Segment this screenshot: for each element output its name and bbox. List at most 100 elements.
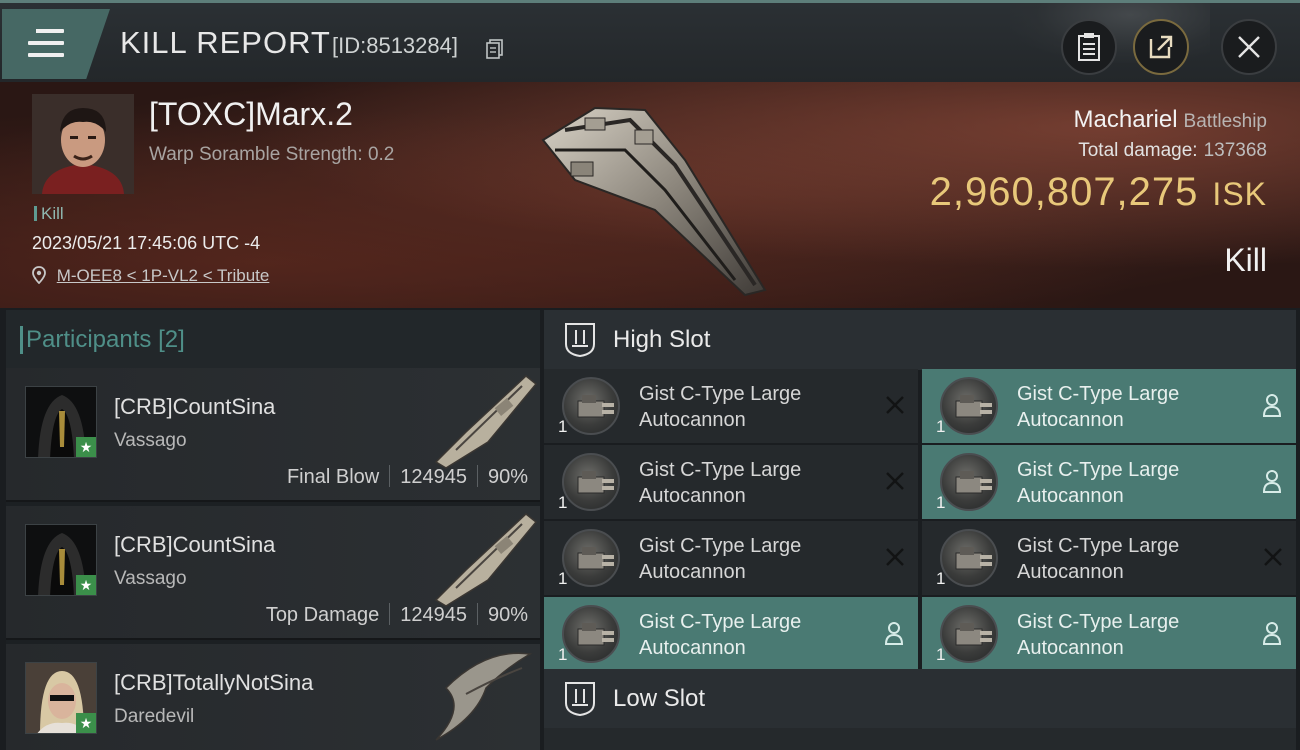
module-card[interactable]: 1 Gist C-Type Large Autocannon	[544, 369, 918, 443]
participants-label: Participants [2]	[20, 326, 185, 354]
module-quantity: 1	[936, 493, 946, 512]
module-name-line2: Autocannon	[639, 409, 746, 431]
participant-stats: Top Damage 124945 90%	[266, 603, 528, 627]
module-card[interactable]: 1 Gist C-Type Large Autocannon	[544, 597, 918, 671]
victim-portrait[interactable]	[32, 94, 134, 194]
victim-ship-image	[541, 106, 767, 297]
module-name: Gist C-Type Large Autocannon	[1017, 457, 1217, 509]
participant-percent: 90%	[487, 466, 528, 488]
module-name-line1: Gist C-Type Large	[639, 611, 802, 633]
ship-name-text: Machariel	[1073, 106, 1178, 133]
copy-icon[interactable]	[486, 39, 504, 59]
stat-divider	[476, 465, 478, 487]
participants-label-text: Participants	[26, 326, 152, 353]
top-bar: KILL REPORT [ID:8513284]	[0, 0, 1300, 82]
module-quantity: 1	[558, 493, 568, 512]
low-slot-modules-peek	[544, 728, 1296, 750]
close-icon	[1238, 36, 1260, 58]
participant-role: Top Damage	[265, 604, 380, 626]
module-name: Gist C-Type Large Autocannon	[1017, 533, 1217, 585]
module-quantity: 1	[936, 569, 946, 588]
participant-name: [CRB]CountSina	[114, 532, 276, 557]
victim-avatar-image	[32, 94, 134, 194]
kill-id: [ID:8513284]	[332, 33, 458, 58]
destroyed-x-icon	[886, 396, 904, 414]
high-slot-icon	[565, 323, 595, 358]
low-slot-header: Low Slot	[544, 669, 1296, 729]
module-card[interactable]: 1 Gist C-Type Large Autocannon	[922, 521, 1296, 595]
star-icon: ★	[76, 437, 96, 457]
autocannon-icon	[940, 453, 998, 511]
kill-date: 2023/05/21 17:45:06 UTC -4	[32, 233, 261, 253]
autocannon-icon	[940, 377, 998, 435]
clipboard-icon	[1078, 33, 1100, 61]
star-icon: ★	[76, 713, 96, 733]
module-name-line2: Autocannon	[1017, 485, 1124, 507]
victim-banner: [TOXC]Marx.2 Warp Soramble Strength: 0.2…	[0, 82, 1300, 308]
total-damage-value: 137368	[1203, 140, 1267, 161]
victim-name[interactable]: [TOXC]Marx.2	[149, 96, 353, 133]
module-name-line2: Autocannon	[639, 485, 746, 507]
low-slot-icon	[565, 682, 595, 717]
kill-location[interactable]: M-OEE8 < 1P-VL2 < Tribute	[32, 266, 269, 286]
participant-damage: 124945	[400, 466, 467, 488]
participant-percent: 90%	[487, 604, 528, 626]
module-name-line1: Gist C-Type Large	[1017, 459, 1180, 481]
autocannon-icon	[562, 529, 620, 587]
stat-divider	[389, 603, 391, 625]
module-card[interactable]: 1 Gist C-Type Large Autocannon	[544, 521, 918, 595]
isk-amount: 2,960,807,275	[929, 170, 1199, 214]
share-button[interactable]	[1133, 19, 1189, 75]
participant-avatar: ★	[25, 386, 97, 458]
participant-name: [CRB]TotallyNotSina	[114, 670, 314, 695]
kill-tag: Kill	[34, 204, 64, 224]
clipboard-button[interactable]	[1061, 19, 1117, 75]
module-card[interactable]: 1 Gist C-Type Large Autocannon	[922, 369, 1296, 443]
close-button[interactable]	[1221, 19, 1277, 75]
share-icon	[1149, 35, 1173, 59]
participant-stats: Final Blow 124945 90%	[287, 465, 528, 489]
menu-button[interactable]	[2, 9, 110, 79]
participant-ship-image	[434, 513, 538, 607]
destroyed-x-icon	[1264, 548, 1282, 566]
location-link[interactable]: M-OEE8 < 1P-VL2 < Tribute	[57, 266, 270, 285]
module-name-line2: Autocannon	[1017, 561, 1124, 583]
module-name-line1: Gist C-Type Large	[639, 459, 802, 481]
total-damage: Total damage: 137368	[1078, 140, 1267, 162]
participant-ship-image	[435, 652, 533, 741]
participant-avatar: ★	[25, 524, 97, 596]
participant-ship-image	[434, 375, 538, 469]
module-card[interactable]: 1 Gist C-Type Large Autocannon	[922, 445, 1296, 519]
module-name: Gist C-Type Large Autocannon	[1017, 609, 1217, 661]
module-name: Gist C-Type Large Autocannon	[639, 381, 839, 433]
participant-damage: 124945	[400, 604, 467, 626]
high-slot-label: High Slot	[613, 326, 711, 353]
person-icon	[1262, 394, 1282, 417]
location-pin-icon	[32, 266, 46, 285]
victim-ship-name[interactable]: Machariel Battleship	[1074, 106, 1268, 134]
stat-divider	[476, 603, 478, 625]
module-name-line2: Autocannon	[1017, 409, 1124, 431]
autocannon-icon	[562, 605, 620, 663]
participant-row[interactable]: ★ [CRB]CountSina Vassago Final Blow 12494…	[6, 368, 540, 502]
menu-icon-notch	[28, 29, 36, 33]
module-card[interactable]: 1 Gist C-Type Large Autocannon	[544, 445, 918, 519]
high-slot-header: High Slot	[544, 310, 1296, 370]
module-name-line1: Gist C-Type Large	[639, 535, 802, 557]
page-title: KILL REPORT	[120, 25, 331, 60]
module-card[interactable]: 1 Gist C-Type Large Autocannon	[922, 597, 1296, 671]
module-quantity: 1	[936, 417, 946, 436]
module-name: Gist C-Type Large Autocannon	[1017, 381, 1217, 433]
participant-row[interactable]: ★ [CRB]TotallyNotSina Daredevil	[6, 644, 540, 750]
participant-ship: Vassago	[114, 430, 187, 451]
module-name-line2: Autocannon	[1017, 637, 1124, 659]
ship-class: Battleship	[1183, 111, 1267, 132]
module-quantity: 1	[936, 645, 946, 664]
person-icon	[884, 622, 904, 645]
module-name-line1: Gist C-Type Large	[1017, 535, 1180, 557]
menu-icon-bar	[28, 53, 64, 57]
module-name-line1: Gist C-Type Large	[639, 383, 802, 405]
participant-row[interactable]: ★ [CRB]CountSina Vassago Top Damage 12494…	[6, 506, 540, 640]
participant-avatar: ★	[25, 662, 97, 734]
participants-count: [2]	[158, 326, 185, 353]
